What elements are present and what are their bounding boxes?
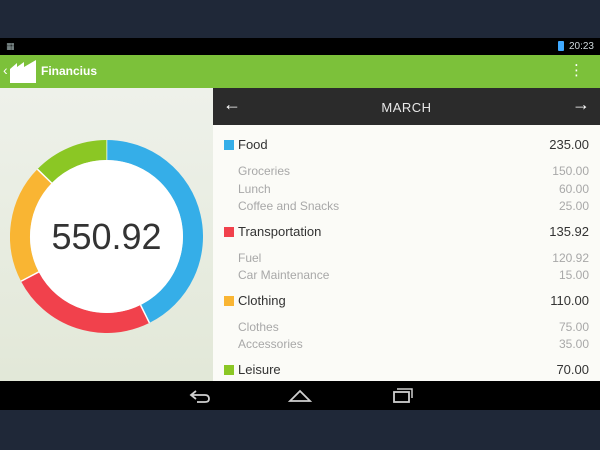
home-icon[interactable]	[287, 386, 313, 406]
back-chevron-icon[interactable]: ‹	[3, 62, 8, 78]
month-title: MARCH	[381, 100, 432, 115]
subcategory-row[interactable]: Coffee and Snacks 25.00	[213, 198, 600, 215]
overflow-menu-icon[interactable]: ⋮	[569, 63, 584, 78]
category-amount: 110.00	[550, 292, 589, 308]
subcategory-name: Coffee and Snacks	[238, 199, 340, 213]
subcategory-name: Clothes	[238, 319, 279, 334]
app-logo-icon[interactable]	[9, 59, 37, 83]
subcategory-amount: 25.00	[558, 199, 589, 213]
navigation-bar	[0, 381, 600, 410]
battery-icon	[558, 41, 564, 51]
subcategory-row[interactable]: Groceries 150.00	[213, 163, 600, 180]
next-month-arrow-icon[interactable]: →	[572, 95, 590, 113]
total-amount: 550.92	[51, 216, 162, 257]
status-bar: ▦ 20:23	[0, 38, 600, 55]
category-name: Transportation	[238, 223, 322, 239]
subcategory-name: Car Maintenance	[238, 268, 330, 282]
category-color-swatch	[224, 295, 234, 306]
subcategory-name: Lunch	[238, 181, 271, 196]
subcategory-row[interactable]: Car Maintenance 15.00	[213, 267, 600, 284]
subcategory-amount: 150.00	[552, 164, 589, 178]
subcategory-row[interactable]: Clothes 75.00	[213, 319, 600, 336]
subcategory-amount: 60.00	[558, 181, 589, 196]
subcategory-name: Accessories	[238, 337, 303, 351]
category-color-swatch	[224, 140, 234, 150]
recent-apps-icon[interactable]	[389, 386, 415, 406]
category-color-swatch	[224, 226, 234, 237]
category-amount: 235.00	[549, 137, 589, 152]
back-icon[interactable]	[187, 386, 213, 406]
category-row[interactable]: Clothing 110.00	[213, 291, 600, 311]
subcategory-amount: 75.00	[558, 319, 589, 334]
notification-icon: ▦	[6, 41, 15, 51]
status-clock: 20:23	[568, 41, 594, 52]
category-row[interactable]: Food 235.00	[213, 135, 600, 155]
app-title: Financius	[41, 64, 98, 78]
category-name: Clothing	[238, 292, 286, 308]
category-name: Food	[238, 137, 268, 152]
summary-panel: 550.92	[0, 88, 213, 381]
subcategory-row[interactable]: Lunch 60.00	[213, 181, 600, 198]
subcategory-name: Fuel	[238, 250, 262, 265]
category-name: Leisure	[238, 361, 281, 377]
subcategory-row[interactable]: Fuel 120.92	[213, 250, 600, 267]
category-row[interactable]: Transportation 135.92	[213, 222, 600, 242]
subcategory-row[interactable]: Accessories 35.00	[213, 336, 600, 353]
expense-list-panel: ← MARCH → Food 235.00 Groceries 150.00 Lunch…	[213, 88, 600, 381]
tablet-screen: ▦ 20:23 ‹ Financius ⋮ 550.92 ← MARCH → F…	[0, 38, 600, 410]
category-amount: 70.00	[556, 361, 589, 377]
category-row[interactable]: Leisure 70.00	[213, 360, 600, 380]
action-bar: ‹ Financius ⋮	[0, 55, 600, 88]
category-color-swatch	[224, 364, 234, 375]
subcategory-amount: 35.00	[558, 337, 589, 351]
subcategory-amount: 120.92	[552, 250, 589, 265]
subcategory-amount: 15.00	[558, 268, 589, 282]
subcategory-name: Groceries	[238, 164, 291, 178]
category-amount: 135.92	[549, 223, 589, 239]
month-navigator: ← MARCH →	[213, 88, 600, 125]
